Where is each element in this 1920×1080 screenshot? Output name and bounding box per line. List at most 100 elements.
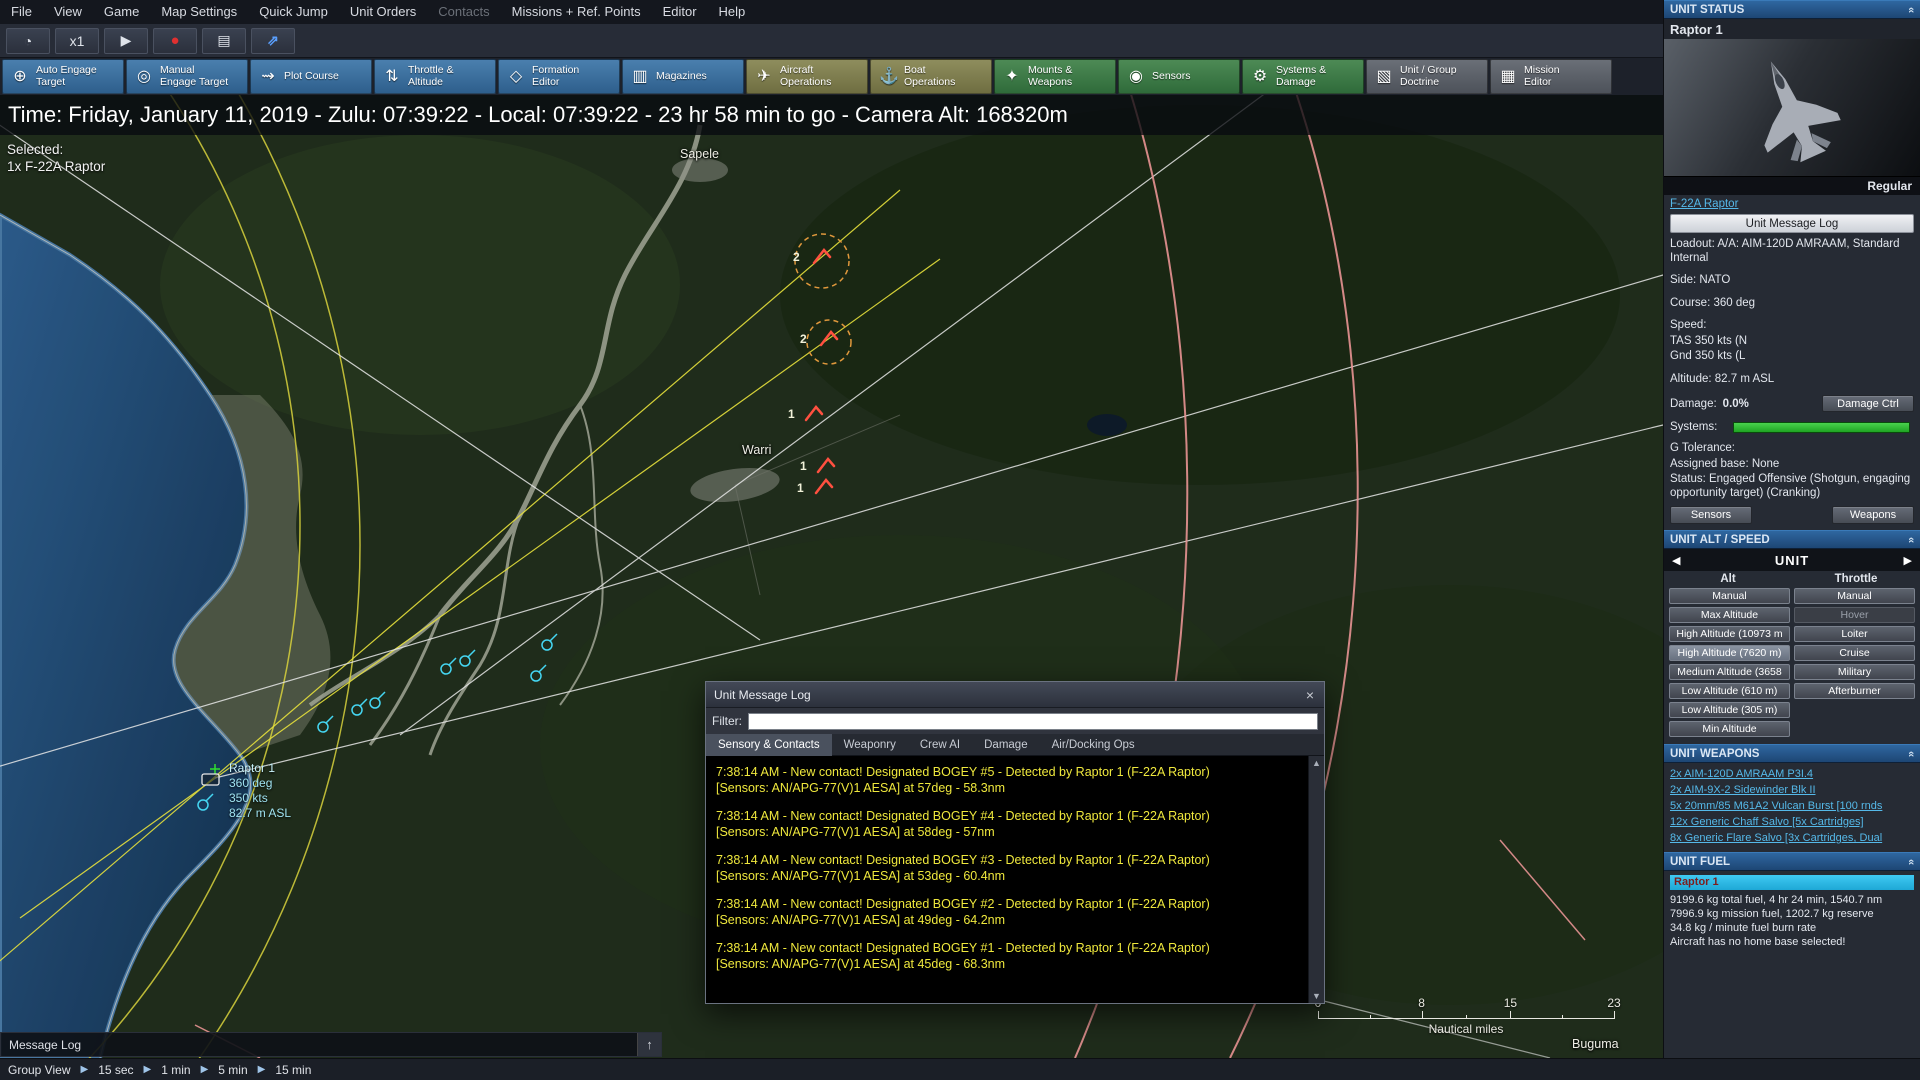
throttle-afterburner-button[interactable]: Afterburner — [1794, 683, 1915, 699]
menu-game[interactable]: Game — [93, 0, 150, 24]
throttle-cruise-button[interactable]: Cruise — [1794, 645, 1915, 661]
menu-quick-jump[interactable]: Quick Jump — [248, 0, 339, 24]
unit-type-link[interactable]: F-22A Raptor — [1670, 198, 1738, 210]
throttle-altitude-button[interactable]: ⇅ Throttle & Altitude — [374, 59, 496, 94]
hostile-contact-icon[interactable] — [816, 457, 836, 474]
alt-high-10973-button[interactable]: High Altitude (10973 m — [1669, 626, 1790, 642]
tab-damage[interactable]: Damage — [972, 734, 1039, 756]
clock-button[interactable]: ◔ — [6, 27, 50, 54]
hostile-contact-icon[interactable] — [814, 478, 834, 495]
printer-icon: ▤ — [217, 32, 231, 48]
aircraft-operations-button[interactable]: ✈ Aircraft Operations — [746, 59, 868, 94]
alt-medium-button[interactable]: Medium Altitude (3658 — [1669, 664, 1790, 680]
weapon-link[interactable]: 2x AIM-9X-2 Sidewinder Blk II — [1664, 782, 1920, 798]
record-button[interactable]: ● — [153, 27, 197, 54]
auto-engage-target-button[interactable]: ⊕ Auto Engage Target — [2, 59, 124, 94]
menu-help[interactable]: Help — [708, 0, 757, 24]
plot-course-button[interactable]: ⇝ Plot Course — [250, 59, 372, 94]
manual-engage-target-button[interactable]: ◎ Manual Engage Target — [126, 59, 248, 94]
friendly-contact-icon[interactable] — [530, 664, 547, 682]
weapon-link[interactable]: 8x Generic Flare Salvo [3x Cartridges, D… — [1664, 830, 1920, 846]
play-step-icon[interactable]: ▶ — [258, 1064, 266, 1075]
message-tabs: Sensory & Contacts Weaponry Crew AI Dama… — [706, 734, 1324, 756]
tab-sensory-contacts[interactable]: Sensory & Contacts — [706, 734, 832, 756]
button-label: Damage — [1276, 75, 1316, 88]
menu-view[interactable]: View — [43, 0, 93, 24]
sensors-detail-button[interactable]: Sensors — [1670, 506, 1752, 524]
mounts-weapons-button[interactable]: ✦ Mounts & Weapons — [994, 59, 1116, 94]
friendly-contact-icon[interactable] — [369, 691, 386, 709]
unit-status-header[interactable]: UNIT STATUS « — [1664, 0, 1920, 19]
interval-1min[interactable]: 1 min — [161, 1063, 190, 1077]
crosshair-icon: ⊕ — [13, 67, 27, 85]
scrollbar[interactable]: ▲ ▼ — [1308, 756, 1324, 1003]
next-unit-arrow[interactable]: ▶ — [1896, 554, 1920, 567]
alt-high-7620-button[interactable]: High Altitude (7620 m) — [1669, 645, 1790, 661]
friendly-contact-icon[interactable] — [541, 633, 558, 651]
menu-editor[interactable]: Editor — [652, 0, 708, 24]
play-button[interactable]: ▶ — [104, 27, 148, 54]
systems-damage-button[interactable]: ⚙ Systems & Damage — [1242, 59, 1364, 94]
friendly-contact-icon[interactable] — [351, 698, 368, 716]
sensors-button[interactable]: ◉ Sensors — [1118, 59, 1240, 94]
weapon-link[interactable]: 5x 20mm/85 M61A2 Vulcan Burst [100 rnds — [1664, 798, 1920, 814]
scroll-down-icon[interactable]: ▼ — [1312, 991, 1321, 1001]
friendly-contact-icon[interactable] — [317, 715, 334, 733]
boat-operations-button[interactable]: ⚓ Boat Operations — [870, 59, 992, 94]
friendly-contact-icon[interactable] — [440, 657, 457, 675]
menu-map-settings[interactable]: Map Settings — [150, 0, 248, 24]
menu-file[interactable]: File — [0, 0, 43, 24]
play-step-icon[interactable]: ▶ — [144, 1064, 152, 1075]
unit-fuel-header[interactable]: UNIT FUEL « — [1664, 852, 1920, 871]
menu-unit-orders[interactable]: Unit Orders — [339, 0, 427, 24]
group-view-toggle[interactable]: Group View — [8, 1063, 70, 1077]
map-canvas[interactable]: 2 2 1 1 1 Time: Friday, January 11, 2019… — [0, 95, 1663, 1058]
alt-low-305-button[interactable]: Low Altitude (305 m) — [1669, 702, 1790, 718]
filter-label: Filter: — [712, 714, 742, 728]
alt-min-button[interactable]: Min Altitude — [1669, 721, 1790, 737]
message-log-bar[interactable]: Message Log ↑ — [0, 1032, 662, 1057]
unit-weapons-header[interactable]: UNIT WEAPONS « — [1664, 744, 1920, 763]
message-log-expand-button[interactable]: ↑ — [637, 1033, 661, 1056]
formation-editor-button[interactable]: ◇ Formation Editor — [498, 59, 620, 94]
message-entry: 7:38:14 AM - New contact! Designated BOG… — [716, 853, 1210, 883]
tab-crew-ai[interactable]: Crew AI — [908, 734, 972, 756]
alt-speed-scope-label: UNIT — [1774, 552, 1810, 568]
interval-15min[interactable]: 15 min — [275, 1063, 311, 1077]
prev-unit-arrow[interactable]: ◀ — [1664, 554, 1688, 567]
fuel-selected-unit[interactable]: Raptor 1 — [1670, 875, 1914, 890]
app-window: File View Game Map Settings Quick Jump U… — [0, 0, 1920, 1080]
weapons-detail-button[interactable]: Weapons — [1832, 506, 1914, 524]
interval-15sec[interactable]: 15 sec — [98, 1063, 133, 1077]
alt-manual-button[interactable]: Manual — [1669, 588, 1790, 604]
time-compression-button[interactable]: x1 — [55, 27, 99, 54]
tab-air-docking-ops[interactable]: Air/Docking Ops — [1040, 734, 1147, 756]
filter-input[interactable] — [748, 712, 1318, 730]
unit-message-log-button[interactable]: Unit Message Log — [1670, 214, 1914, 233]
friendly-contact-icon[interactable] — [459, 649, 476, 667]
unit-group-doctrine-button[interactable]: ▧ Unit / Group Doctrine — [1366, 59, 1488, 94]
jump-button[interactable]: ⇗ — [251, 27, 295, 54]
play-step-icon[interactable]: ▶ — [201, 1064, 209, 1075]
scroll-up-icon[interactable]: ▲ — [1312, 758, 1321, 768]
menu-missions-ref-points[interactable]: Missions + Ref. Points — [501, 0, 652, 24]
throttle-military-button[interactable]: Military — [1794, 664, 1915, 680]
close-icon[interactable]: × — [1304, 687, 1316, 703]
unit-alt-speed-header[interactable]: UNIT ALT / SPEED « — [1664, 530, 1920, 549]
magazines-button[interactable]: ▥ Magazines — [622, 59, 744, 94]
weapon-link[interactable]: 2x AIM-120D AMRAAM P3I.4 — [1664, 766, 1920, 782]
tab-weaponry[interactable]: Weaponry — [832, 734, 908, 756]
damage-ctrl-button[interactable]: Damage Ctrl — [1822, 395, 1914, 412]
window-titlebar[interactable]: Unit Message Log × — [706, 682, 1324, 708]
alt-max-button[interactable]: Max Altitude — [1669, 607, 1790, 623]
throttle-manual-button[interactable]: Manual — [1794, 588, 1915, 604]
hostile-contact-icon[interactable] — [804, 405, 824, 422]
mission-editor-button[interactable]: ▦ Mission Editor — [1490, 59, 1612, 94]
throttle-loiter-button[interactable]: Loiter — [1794, 626, 1915, 642]
weapon-link[interactable]: 12x Generic Chaff Salvo [5x Cartridges] — [1664, 814, 1920, 830]
play-step-icon[interactable]: ▶ — [80, 1064, 88, 1075]
button-label: Doctrine — [1400, 75, 1440, 88]
alt-low-610-button[interactable]: Low Altitude (610 m) — [1669, 683, 1790, 699]
interval-5min[interactable]: 5 min — [218, 1063, 247, 1077]
print-button[interactable]: ▤ — [202, 27, 246, 54]
